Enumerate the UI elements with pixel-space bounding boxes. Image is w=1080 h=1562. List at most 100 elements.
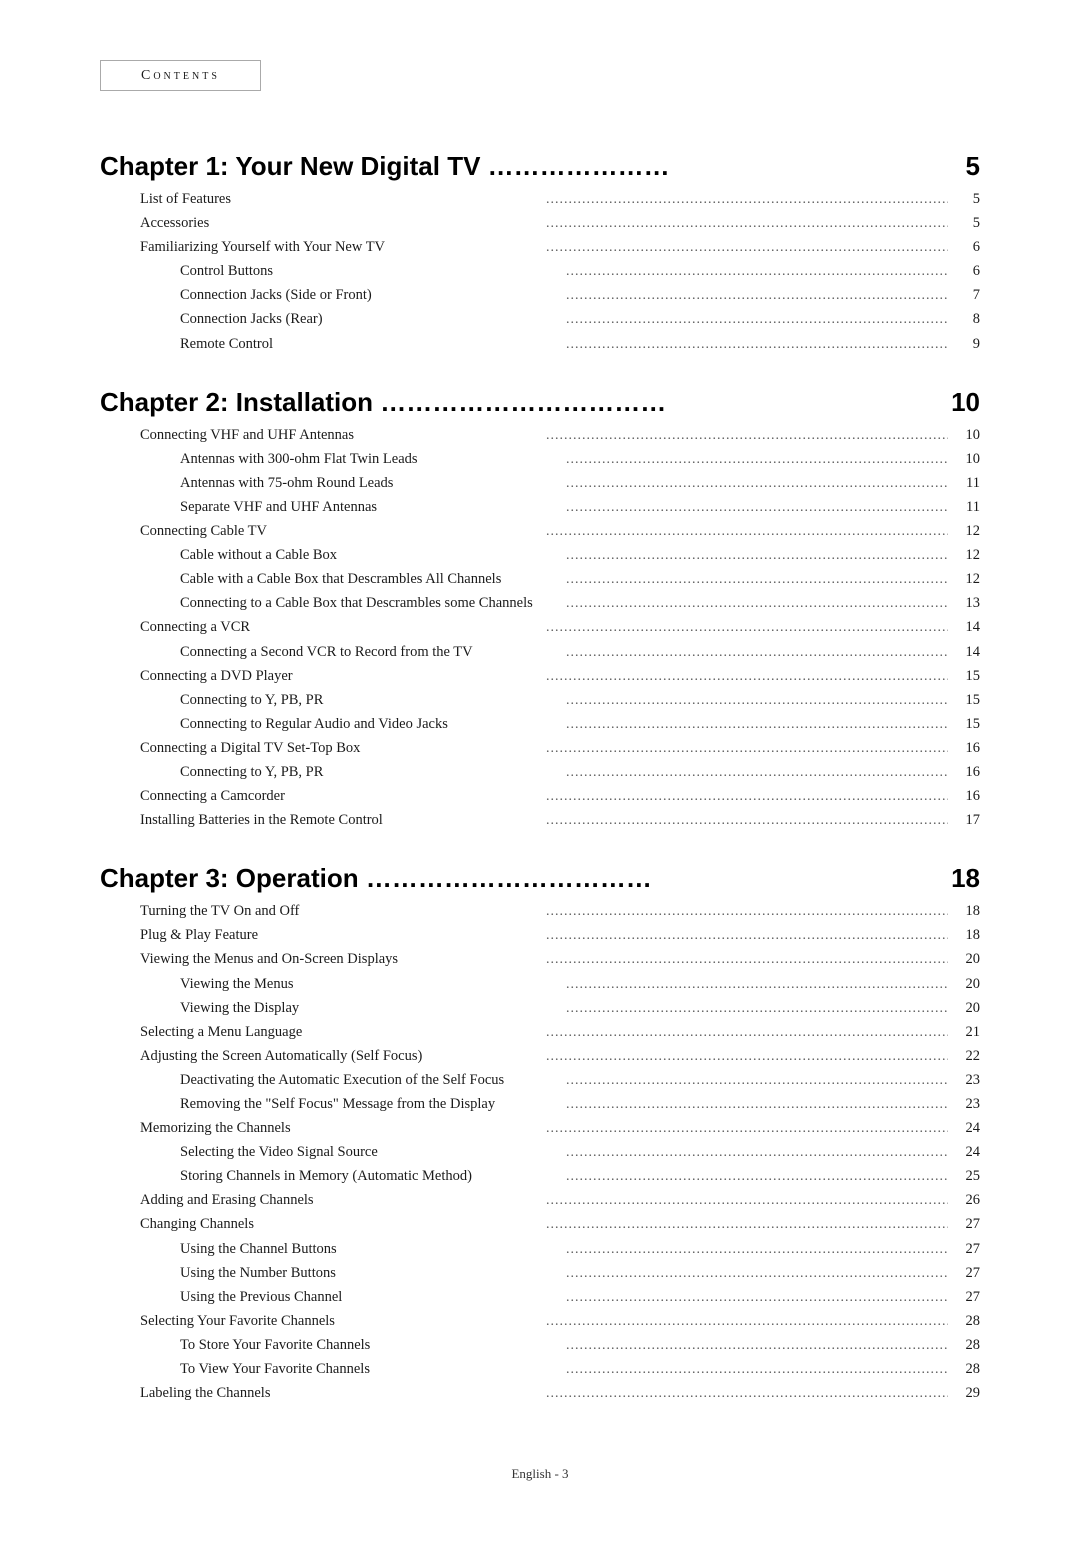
entry-dots [546,948,948,972]
entry-dots [546,188,948,212]
entry-text: Connecting a Second VCR to Record from t… [100,641,562,665]
toc-entry: Connecting to Y, PB, PR16 [100,761,980,785]
chapter-page-2: 10 [950,387,980,418]
toc-entry: Connecting a Second VCR to Record from t… [100,641,980,665]
entry-page: 9 [952,333,980,357]
entry-text: Antennas with 300-ohm Flat Twin Leads [100,448,562,472]
entry-dots [546,1021,948,1045]
toc-entry: Connecting a VCR14 [100,616,980,640]
toc-entry: Installing Batteries in the Remote Contr… [100,809,980,833]
entry-dots [566,1334,948,1358]
chapter-heading-3: Chapter 3: Operation …………………………… 18 [100,863,980,894]
entry-page: 12 [952,520,980,544]
entry-text: Adding and Erasing Channels [100,1189,542,1213]
entry-page: 21 [952,1021,980,1045]
entry-dots [546,1382,948,1406]
chapter-page-1: 5 [950,151,980,182]
chapter-section-1: Chapter 1: Your New Digital TV ………………… 5 L… [100,151,980,357]
entry-text: Using the Channel Buttons [100,1238,562,1262]
contents-header-box: Contents [100,60,261,91]
entry-text: Viewing the Display [100,997,562,1021]
entry-text: Connection Jacks (Rear) [100,308,562,332]
toc-entry: To View Your Favorite Channels28 [100,1358,980,1382]
entry-text: Using the Number Buttons [100,1262,562,1286]
entry-page: 13 [952,592,980,616]
entry-page: 20 [952,948,980,972]
entry-dots [546,1117,948,1141]
entry-dots [566,544,948,568]
entry-dots [546,809,948,833]
toc-entry: Changing Channels27 [100,1213,980,1237]
entry-page: 27 [952,1286,980,1310]
entry-text: To Store Your Favorite Channels [100,1334,562,1358]
entry-dots [546,900,948,924]
entry-page: 15 [952,689,980,713]
toc-entry: Selecting the Video Signal Source24 [100,1141,980,1165]
entry-text: Selecting a Menu Language [100,1021,542,1045]
toc-entry: Cable with a Cable Box that Descrambles … [100,568,980,592]
entry-dots [566,592,948,616]
entry-text: Selecting the Video Signal Source [100,1141,562,1165]
chapter-title-3: Chapter 3: Operation …………………………… [100,863,652,894]
contents-title: Contents [141,68,220,83]
chapter-title-1: Chapter 1: Your New Digital TV ………………… [100,151,670,182]
chapter-page-3: 18 [950,863,980,894]
entry-dots [566,641,948,665]
entry-page: 20 [952,997,980,1021]
entry-dots [546,1310,948,1334]
chapter-section-2: Chapter 2: Installation ……………………………10Con… [100,387,980,834]
toc-entry: Connecting to a Cable Box that Descrambl… [100,592,980,616]
entry-page: 26 [952,1189,980,1213]
toc-entry: Using the Channel Buttons27 [100,1238,980,1262]
entry-text: Separate VHF and UHF Antennas [100,496,562,520]
entry-page: 10 [952,424,980,448]
entry-text: Connecting a VCR [100,616,542,640]
toc-entry: Viewing the Menus20 [100,973,980,997]
toc-entry: Adding and Erasing Channels 26 [100,1189,980,1213]
entry-dots [566,1165,948,1189]
entry-page: 16 [952,737,980,761]
toc-entry: Accessories5 [100,212,980,236]
toc-entry: Adjusting the Screen Automatically (Self… [100,1045,980,1069]
entry-text: Installing Batteries in the Remote Contr… [100,809,542,833]
chapter-entries-3: Turning the TV On and Off18Plug & Play F… [100,900,980,1406]
chapter-entries-2: Connecting VHF and UHF Antennas10Antenna… [100,424,980,834]
toc-entry: Memorizing the Channels24 [100,1117,980,1141]
entry-text: Plug & Play Feature [100,924,542,948]
entry-page: 28 [952,1334,980,1358]
entry-page: 18 [952,924,980,948]
entry-text: Using the Previous Channel [100,1286,562,1310]
entry-text: Cable without a Cable Box [100,544,562,568]
entry-text: Connecting to Y, PB, PR [100,761,562,785]
entry-dots [566,260,948,284]
toc-entry: Labeling the Channels29 [100,1382,980,1406]
toc-entry: List of Features5 [100,188,980,212]
entry-dots [566,472,948,496]
entry-dots [566,1358,948,1382]
entry-text: To View Your Favorite Channels [100,1358,562,1382]
entry-text: Remote Control [100,333,562,357]
entry-page: 28 [952,1310,980,1334]
entry-page: 8 [952,308,980,332]
entry-page: 22 [952,1045,980,1069]
entry-dots [566,333,948,357]
entry-page: 29 [952,1382,980,1406]
entry-text: Connecting to a Cable Box that Descrambl… [100,592,562,616]
entry-page: 16 [952,785,980,809]
entry-text: Deactivating the Automatic Execution of … [100,1069,562,1093]
entry-page: 6 [952,260,980,284]
entry-page: 11 [952,496,980,520]
entry-text: Connecting a Camcorder [100,785,542,809]
entry-dots [566,761,948,785]
toc-entry: Selecting a Menu Language 21 [100,1021,980,1045]
chapter-section-3: Chapter 3: Operation ……………………………18Turnin… [100,863,980,1406]
entry-page: 6 [952,236,980,260]
entry-dots [566,284,948,308]
entry-text: List of Features [100,188,542,212]
chapter-heading-1: Chapter 1: Your New Digital TV ………………… 5 [100,151,980,182]
entry-dots [546,424,948,448]
entry-page: 15 [952,665,980,689]
toc-entry: Turning the TV On and Off18 [100,900,980,924]
entry-dots [566,1093,948,1117]
toc-entry: Connecting VHF and UHF Antennas10 [100,424,980,448]
